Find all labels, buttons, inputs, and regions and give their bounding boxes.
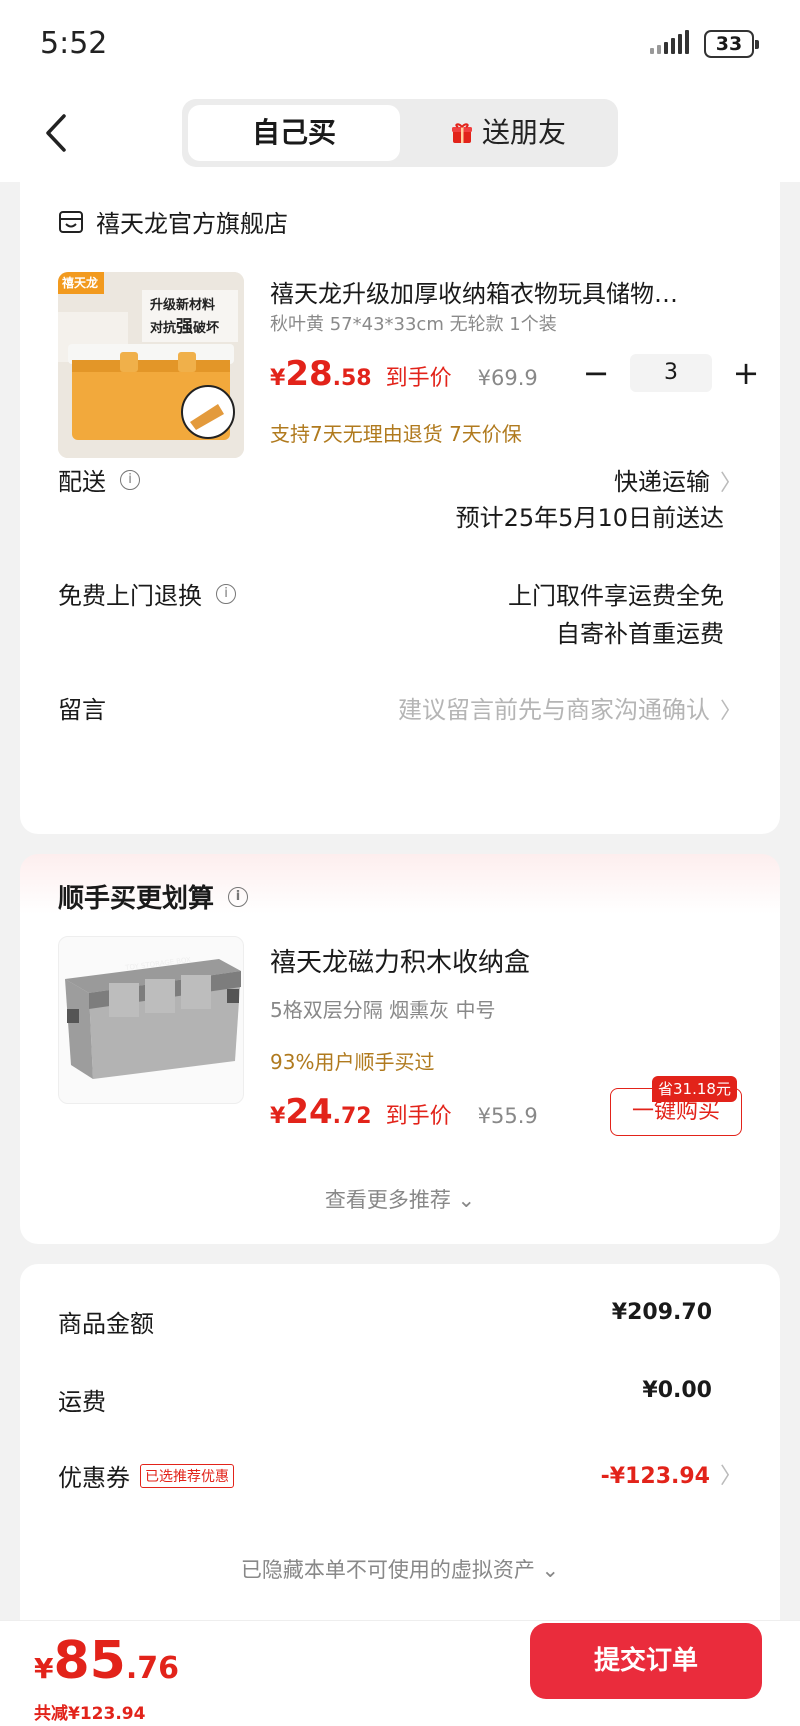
- price-currency: ¥: [270, 366, 286, 391]
- save-badge: 省31.18元: [652, 1076, 737, 1102]
- recommendation-card: 顺手买更划算 i TOY STORAGE BOX 禧天龙磁力积木收纳盒 5格双层分…: [20, 854, 780, 1244]
- image-caption-2a: 对抗: [150, 321, 177, 336]
- gift-icon: [451, 123, 472, 143]
- hidden-assets-text: 已隐藏本单不可使用的虚拟资产: [240, 1558, 535, 1582]
- purchase-mode-toggle: 自己买 送朋友: [182, 99, 618, 167]
- header: 自己买 送朋友: [0, 90, 800, 182]
- store-icon: [59, 210, 83, 233]
- increase-quantity-button[interactable]: +: [726, 354, 766, 392]
- price-tag: 到手价: [385, 366, 452, 391]
- recommend-bought-rate: 93%用户顺手买过: [270, 1050, 435, 1074]
- product-name[interactable]: 禧天龙升级加厚收纳箱衣物玩具储物…: [270, 274, 750, 309]
- goods-amount-value: ¥209.70: [611, 1300, 712, 1325]
- tab-buy-self[interactable]: 自己买: [188, 105, 400, 161]
- price-integer: 28: [285, 354, 333, 394]
- checkout-bar: ¥ 85 .76 共减¥123.94 提交订单: [0, 1620, 800, 1726]
- image-caption-2: 对抗强破坏: [150, 312, 219, 337]
- order-card: 禧天龙官方旗舰店 禧天龙 升级新材料 对抗强破坏 禧天龙升级加厚收纳箱衣物玩具储…: [20, 182, 780, 834]
- price-summary-card: 商品金额 ¥209.70 运费 ¥0.00 优惠券 已选推荐优惠 -¥123.9…: [20, 1264, 780, 1620]
- message-label: 留言: [58, 696, 106, 724]
- message-placeholder: 建议留言前先与商家沟通确认: [397, 696, 710, 724]
- back-arrow-icon: [46, 114, 66, 152]
- chevron-right-icon: 〉: [719, 1464, 742, 1489]
- more-recommendations-text: 查看更多推荐: [324, 1188, 451, 1212]
- total-price: ¥ 85 .76: [34, 1631, 179, 1691]
- image-caption-1: 升级新材料: [150, 298, 216, 313]
- coupon-value-text: -¥123.94: [600, 1464, 710, 1489]
- signal-icon: [650, 28, 689, 54]
- quantity-stepper: − 3 +: [576, 354, 766, 392]
- returns-line-2: 自寄补首重运费: [556, 620, 724, 648]
- product-spec[interactable]: 秋叶黄 57*43*33cm 无轮款 1个装: [270, 310, 557, 336]
- more-recommendations-link[interactable]: 查看更多推荐 ⌄: [20, 1184, 780, 1214]
- returns-line-1: 上门取件享运费全免: [508, 582, 724, 610]
- delivery-method-text: 快递运输: [613, 468, 710, 496]
- returns-label-text: 免费上门退换: [58, 582, 202, 610]
- coupon-recommended-tag: 已选推荐优惠: [140, 1463, 234, 1488]
- chevron-down-icon: ⌄: [534, 1558, 560, 1582]
- price-integer: 24: [285, 1092, 333, 1132]
- price-currency: ¥: [270, 1104, 286, 1129]
- image-caption-2c: 破坏: [193, 321, 220, 336]
- shipping-label: 运费: [58, 1388, 106, 1416]
- total-decimal: .76: [125, 1651, 180, 1686]
- product-image[interactable]: 禧天龙 升级新材料 对抗强破坏: [58, 272, 244, 458]
- recommendation-title: 顺手买更划算 i: [58, 878, 249, 915]
- total-discount: 共减¥123.94: [34, 1704, 146, 1724]
- submit-order-button[interactable]: 提交订单: [530, 1623, 762, 1699]
- original-price: ¥55.9: [477, 1104, 538, 1128]
- brand-logo-text: 禧天龙: [62, 276, 99, 290]
- delivery-eta: 预计25年5月10日前送达: [455, 504, 724, 532]
- decrease-quantity-button[interactable]: −: [576, 354, 616, 392]
- price-decimal: .58: [332, 366, 372, 391]
- battery-level: 33: [715, 33, 743, 55]
- status-time: 5:52: [40, 26, 108, 61]
- delivery-label-text: 配送: [58, 468, 106, 496]
- battery-icon: 33: [704, 30, 759, 58]
- info-icon[interactable]: i: [120, 469, 140, 490]
- delivery-label: 配送 i: [58, 462, 140, 497]
- goods-amount-label: 商品金额: [58, 1310, 154, 1338]
- coupon-value[interactable]: -¥123.94 〉: [601, 1458, 742, 1490]
- chevron-right-icon: 〉: [719, 471, 742, 496]
- coupon-label[interactable]: 优惠券 已选推荐优惠: [58, 1458, 234, 1493]
- info-icon[interactable]: i: [228, 886, 249, 907]
- original-price: ¥69.9: [477, 366, 538, 390]
- quantity-value[interactable]: 3: [630, 354, 712, 392]
- info-icon[interactable]: i: [216, 583, 236, 604]
- shop-header[interactable]: 禧天龙官方旗舰店: [58, 204, 288, 239]
- chevron-down-icon: ⌄: [450, 1188, 476, 1212]
- tab-gift-label: 送朋友: [481, 116, 566, 149]
- recommend-product-image[interactable]: TOY STORAGE BOX: [58, 936, 244, 1104]
- status-bar: 5:52 33: [0, 0, 800, 90]
- total-integer: 85: [53, 1631, 126, 1691]
- image-caption-2b: 强: [176, 317, 194, 337]
- coupon-label-text: 优惠券: [58, 1464, 130, 1492]
- price-decimal: .72: [332, 1104, 372, 1129]
- recommend-product-spec: 5格双层分隔 烟熏灰 中号: [270, 998, 496, 1022]
- shop-name: 禧天龙官方旗舰店: [96, 210, 288, 238]
- total-currency: ¥: [34, 1652, 54, 1685]
- delivery-method[interactable]: 快递运输〉: [614, 462, 742, 497]
- returns-label: 免费上门退换 i: [58, 576, 236, 611]
- recommend-price: ¥ 24 .72 到手价 ¥55.9: [270, 1092, 538, 1132]
- tab-gift-friend[interactable]: 送朋友: [404, 105, 612, 161]
- shipping-value: ¥0.00: [642, 1378, 712, 1403]
- recommendation-title-text: 顺手买更划算: [58, 884, 215, 914]
- back-button[interactable]: [38, 108, 78, 158]
- product-price: ¥ 28 .58 到手价 ¥69.9: [270, 354, 538, 394]
- message-input[interactable]: 建议留言前先与商家沟通确认〉: [398, 690, 742, 725]
- price-tag: 到手价: [385, 1104, 452, 1129]
- hidden-assets-toggle[interactable]: 已隐藏本单不可使用的虚拟资产 ⌄: [20, 1554, 780, 1584]
- guarantee-text: 支持7天无理由退货 7天价保: [270, 422, 522, 446]
- recommend-product-name[interactable]: 禧天龙磁力积木收纳盒: [270, 942, 530, 979]
- chevron-right-icon: 〉: [719, 699, 742, 724]
